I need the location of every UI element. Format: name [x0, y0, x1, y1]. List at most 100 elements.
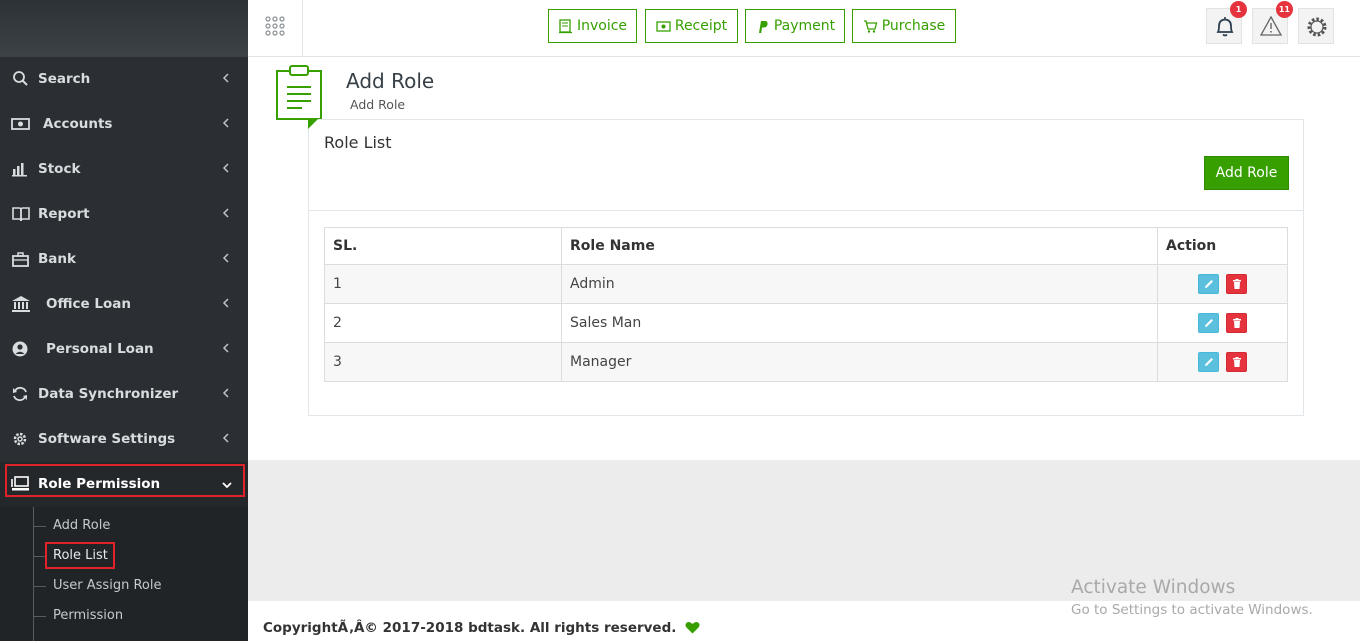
payment-button[interactable]: Payment: [745, 9, 845, 43]
copyright-label: CopyrightÃ‚Â© 2017-2018 bdtask. All righ…: [263, 620, 677, 636]
cell-role-name: Sales Man: [561, 303, 1158, 343]
submenu-item-permission[interactable]: Permission: [53, 608, 123, 623]
panel-corner-marker: [308, 119, 318, 129]
sidebar-item-search[interactable]: Search: [0, 57, 248, 102]
bell-icon: [1216, 17, 1234, 37]
sidebar-item-report[interactable]: Report: [0, 192, 248, 237]
briefcase-icon: [12, 252, 29, 267]
sidebar-item-label: Bank: [38, 251, 76, 267]
cell-sl: 1: [324, 264, 562, 304]
chevron-left-icon: [222, 343, 229, 353]
table-row: 3 Manager: [324, 342, 1288, 382]
invoice-button[interactable]: Invoice: [548, 9, 637, 43]
cell-sl: 2: [324, 303, 562, 343]
sidebar-item-label: Search: [38, 71, 91, 87]
page-subtitle: Add Role: [350, 97, 406, 112]
page-title: Add Role: [346, 69, 435, 93]
cell-role-name: Manager: [561, 342, 1158, 382]
gear-icon: [1307, 17, 1327, 37]
alerts-button[interactable]: 11: [1252, 1, 1293, 44]
delete-button[interactable]: [1225, 352, 1247, 372]
apps-grid-button[interactable]: [248, 0, 303, 56]
role-table: SL. Role Name Action 1 Admin 2 Sales Man: [324, 227, 1288, 382]
sidebar-item-stock[interactable]: Stock: [0, 147, 248, 192]
sidebar-item-personal-loan[interactable]: Personal Loan: [0, 327, 248, 372]
submenu-connector: [34, 586, 46, 587]
submenu-item-user-assign-role[interactable]: User Assign Role: [53, 578, 161, 593]
invoice-label: Invoice: [576, 18, 628, 34]
sidebar-item-accounts[interactable]: Accounts: [0, 102, 248, 147]
delete-button[interactable]: [1225, 274, 1247, 294]
alerts-badge: 11: [1275, 1, 1293, 18]
cart-icon: [863, 19, 878, 33]
money-icon: [11, 118, 30, 130]
notifications-button[interactable]: 1: [1206, 1, 1247, 44]
payment-label: Payment: [773, 18, 836, 34]
top-header: Invoice Receipt Payment Purchase 1 11: [248, 0, 1360, 57]
money-icon: [656, 20, 671, 32]
submenu-connector: [34, 616, 46, 617]
clipboard-icon: [276, 65, 322, 120]
sidebar-item-label: Accounts: [43, 116, 113, 132]
sidebar: Search Accounts Stock Report Bank Office…: [0, 0, 248, 641]
chevron-left-icon: [222, 163, 229, 173]
chevron-left-icon: [222, 433, 229, 443]
activation-watermark-subtitle: Go to Settings to activate Windows.: [1071, 602, 1313, 618]
cell-action: [1157, 342, 1288, 382]
add-role-button[interactable]: Add Role: [1204, 156, 1289, 190]
role-permission-submenu: [0, 507, 248, 641]
copyright-text: CopyrightÃ‚Â© 2017-2018 bdtask. All righ…: [263, 620, 700, 636]
grid-icon: [265, 16, 285, 36]
column-header-role-name: Role Name: [561, 227, 1158, 265]
trash-icon: [1232, 318, 1241, 328]
edit-button[interactable]: [1198, 274, 1220, 294]
purchase-button[interactable]: Purchase: [852, 9, 956, 43]
bar-chart-icon: [12, 163, 27, 177]
column-header-sl: SL.: [324, 227, 562, 265]
gear-icon: [13, 432, 27, 446]
sidebar-item-software-settings[interactable]: Software Settings: [0, 417, 248, 462]
chevron-left-icon: [222, 298, 229, 308]
bank-icon: [12, 296, 30, 312]
settings-button[interactable]: [1298, 8, 1334, 44]
panel-title: Role List: [324, 133, 392, 152]
submenu-tree-line: [33, 507, 34, 641]
receipt-button[interactable]: Receipt: [645, 9, 738, 43]
role-list-panel: Role List Add Role SL. Role Name Action …: [308, 119, 1304, 416]
submenu-item-add-role[interactable]: Add Role: [53, 518, 110, 533]
edit-button[interactable]: [1198, 352, 1220, 372]
delete-button[interactable]: [1225, 313, 1247, 333]
notifications-badge: 1: [1230, 1, 1247, 18]
sync-icon: [13, 386, 27, 402]
sidebar-item-data-synchronizer[interactable]: Data Synchronizer: [0, 372, 248, 417]
sidebar-item-bank[interactable]: Bank: [0, 237, 248, 282]
sidebar-item-label: Software Settings: [38, 431, 176, 447]
cell-action: [1157, 303, 1288, 343]
table-row: 1 Admin: [324, 264, 1288, 304]
table-header-row: SL. Role Name Action: [324, 227, 1288, 265]
sidebar-item-label: Stock: [38, 161, 81, 177]
activation-watermark-title: Activate Windows: [1071, 577, 1236, 598]
paypal-icon: [758, 20, 768, 33]
chevron-left-icon: [222, 388, 229, 398]
edit-button[interactable]: [1198, 313, 1220, 333]
search-icon: [13, 71, 28, 86]
chevron-left-icon: [222, 208, 229, 218]
pencil-icon: [1205, 319, 1214, 327]
chevron-left-icon: [222, 73, 229, 83]
sidebar-item-label: Data Synchronizer: [38, 386, 179, 402]
cell-action: [1157, 264, 1288, 304]
sidebar-item-office-loan[interactable]: Office Loan: [0, 282, 248, 327]
heart-icon: [685, 621, 700, 634]
trash-icon: [1232, 279, 1241, 289]
panel-divider: [309, 210, 1303, 211]
pencil-icon: [1205, 358, 1214, 366]
column-header-action: Action: [1157, 227, 1288, 265]
sidebar-item-label: Office Loan: [46, 296, 131, 312]
book-icon: [12, 207, 30, 222]
table-row: 2 Sales Man: [324, 303, 1288, 343]
cell-sl: 3: [324, 342, 562, 382]
submenu-connector: [34, 526, 46, 527]
invoice-icon: [558, 18, 572, 33]
warning-icon: [1259, 15, 1283, 36]
